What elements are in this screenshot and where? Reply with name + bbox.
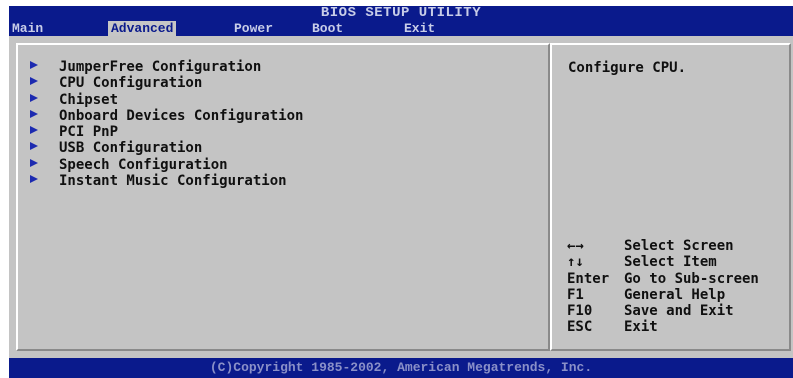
- submenu-arrow-icon: [30, 158, 38, 167]
- key-name: F10: [567, 303, 593, 320]
- left-right-arrows-icon: ←→: [567, 238, 584, 254]
- menu-item-pci-pnp[interactable]: PCI PnP: [30, 124, 303, 140]
- menu-item-jumperfree[interactable]: JumperFree Configuration: [30, 59, 303, 75]
- submenu-arrow-icon: [30, 77, 38, 86]
- tab-boot[interactable]: Boot: [312, 21, 343, 36]
- key-action: Select Screen: [624, 238, 734, 254]
- menu-item-label: Chipset: [59, 91, 119, 108]
- key-legend-row: F10 Save and Exit: [567, 303, 759, 319]
- key-legend-row: ↑↓ Select Item: [567, 254, 759, 270]
- copyright-footer: (C)Copyright 1985-2002, American Megatre…: [9, 358, 793, 378]
- menu-item-label: USB Configuration: [59, 140, 203, 157]
- menu-item-chipset[interactable]: Chipset: [30, 92, 303, 108]
- menu-item-cpu[interactable]: CPU Configuration: [30, 75, 303, 91]
- tab-power[interactable]: Power: [234, 21, 273, 36]
- menu-item-usb[interactable]: USB Configuration: [30, 140, 303, 156]
- key-legend-row: F1 General Help: [567, 287, 759, 303]
- key-action: Go to Sub-screen: [624, 270, 759, 287]
- help-text: Configure CPU.: [568, 60, 687, 76]
- tab-advanced[interactable]: Advanced: [108, 21, 177, 36]
- menu-item-label: Onboard Devices Configuration: [59, 107, 304, 124]
- advanced-menu: JumperFree Configuration CPU Configurati…: [30, 59, 303, 189]
- submenu-arrow-icon: [30, 109, 38, 118]
- header-bar: BIOS SETUP UTILITY Main Advanced Power B…: [9, 6, 793, 36]
- submenu-arrow-icon: [30, 126, 38, 135]
- menu-item-onboard-devices[interactable]: Onboard Devices Configuration: [30, 108, 303, 124]
- submenu-arrow-icon: [30, 61, 38, 69]
- submenu-arrow-icon: [30, 175, 38, 184]
- key-action: Save and Exit: [624, 303, 734, 320]
- menu-item-label: CPU Configuration: [59, 75, 203, 92]
- menu-item-instant-music[interactable]: Instant Music Configuration: [30, 173, 303, 189]
- menu-item-label: Instant Music Configuration: [59, 173, 287, 190]
- submenu-arrow-icon: [30, 93, 38, 102]
- up-down-arrows-icon: ↑↓: [567, 254, 584, 271]
- menu-item-label: JumperFree Configuration: [59, 59, 262, 75]
- key-action: Exit: [624, 319, 658, 336]
- menu-item-label: PCI PnP: [59, 124, 119, 141]
- main-panel: JumperFree Configuration CPU Configurati…: [9, 36, 793, 358]
- bios-title: BIOS SETUP UTILITY: [320, 5, 482, 21]
- key-name: ESC: [567, 319, 593, 336]
- menu-item-speech[interactable]: Speech Configuration: [30, 157, 303, 173]
- key-legend-row: Enter Go to Sub-screen: [567, 271, 759, 287]
- submenu-arrow-icon: [30, 142, 38, 151]
- key-action: General Help: [624, 286, 726, 303]
- key-name: Enter: [567, 270, 610, 287]
- tab-main[interactable]: Main: [12, 21, 43, 36]
- key-action: Select Item: [624, 254, 717, 271]
- key-legend-row: ESC Exit: [567, 319, 759, 335]
- key-legend-row: ←→ Select Screen: [567, 238, 759, 254]
- tab-exit[interactable]: Exit: [404, 21, 435, 36]
- key-legend: ←→ Select Screen ↑↓ Select Item Enter Go to…: [567, 238, 759, 336]
- key-name: F1: [567, 286, 584, 303]
- menu-item-label: Speech Configuration: [59, 156, 228, 173]
